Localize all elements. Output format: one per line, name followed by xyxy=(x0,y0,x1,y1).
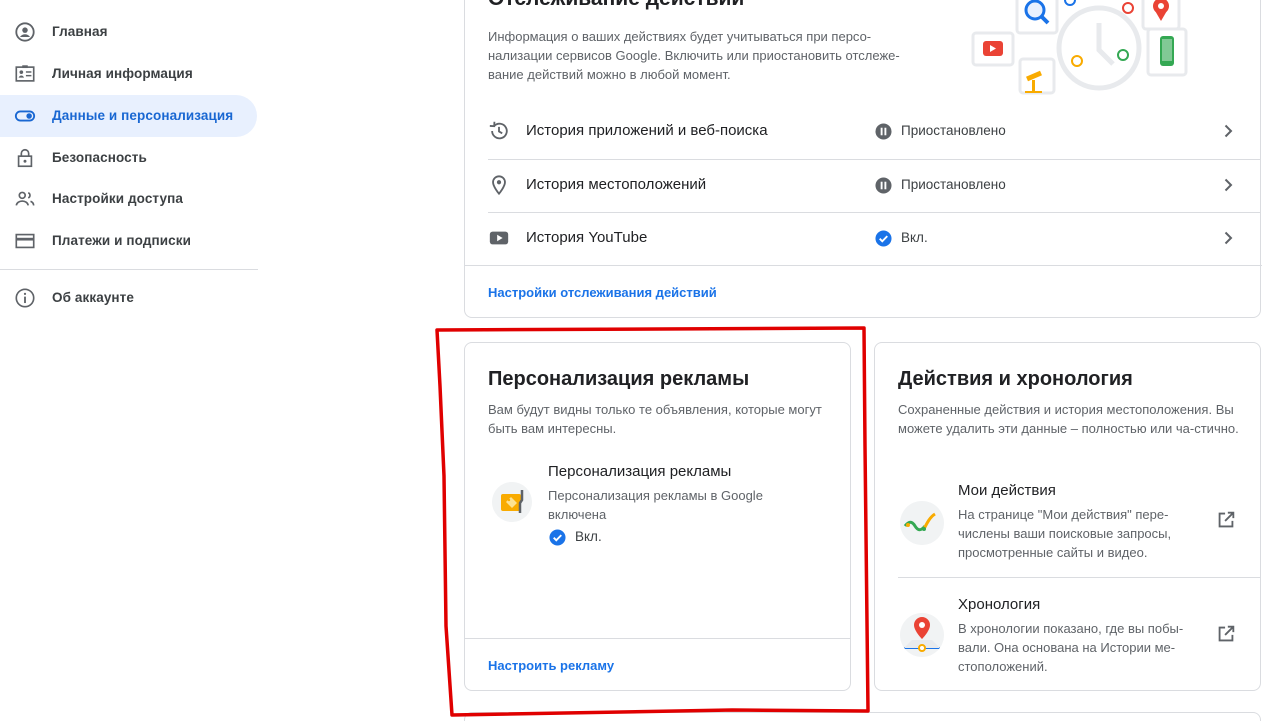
card-description: Вам будут видны только те объявления, ко… xyxy=(488,402,822,436)
activity-row-label: История приложений и веб-поиска xyxy=(526,122,768,139)
activity-row-status: Вкл. xyxy=(901,230,928,245)
sidebar-item-about[interactable]: Об аккаунте xyxy=(0,277,257,319)
card-description: Сохраненные действия и история местополо… xyxy=(898,402,1239,436)
lock-icon xyxy=(14,147,36,169)
row-divider xyxy=(465,265,1262,266)
chevron-right-icon xyxy=(1224,178,1233,192)
activity-row-label: История местоположений xyxy=(526,176,707,193)
sidebar-item-label: Данные и персонализация xyxy=(52,108,234,123)
ad-settings-icon xyxy=(492,482,532,522)
ad-personalization-subdesc: Персонализация рекламы в Google включена xyxy=(548,488,763,522)
history-icon xyxy=(488,120,510,142)
youtube-icon xyxy=(488,227,510,249)
card-description: Информация о ваших действиях будет учиты… xyxy=(488,29,900,82)
sidebar-item-sharing[interactable]: Настройки доступа xyxy=(0,178,257,220)
sidebar-item-label: Настройки доступа xyxy=(52,191,183,206)
my-activity-title: Мои действия xyxy=(958,482,1056,499)
next-card xyxy=(464,712,1261,721)
activity-row-web-app[interactable]: История приложений и веб-поиска Приостан… xyxy=(488,105,1260,158)
pause-icon xyxy=(875,177,892,194)
info-icon xyxy=(14,287,36,309)
card-title: Персонализация рекламы xyxy=(488,368,750,390)
sidebar-item-label: Главная xyxy=(52,24,108,39)
my-activity-desc: На странице "Мои действия" пере-числены … xyxy=(958,507,1172,560)
sidebar-item-data-personalization[interactable]: Данные и персонализация xyxy=(0,95,257,137)
ad-personalization-card: Персонализация рекламы Вам будут видны т… xyxy=(464,342,851,691)
ad-personalization-status: Вкл. xyxy=(575,529,602,544)
location-pin-icon xyxy=(488,174,510,196)
sidebar-item-label: Об аккаунте xyxy=(52,290,135,305)
card-title: Действия и хронология xyxy=(898,368,1133,390)
activity-row-label: История YouTube xyxy=(526,229,648,246)
sidebar-item-label: Платежи и подписки xyxy=(52,233,192,248)
chevron-right-icon xyxy=(1224,124,1233,138)
activity-row-location[interactable]: История местоположений Приостановлено xyxy=(488,159,1260,212)
card-divider xyxy=(898,577,1260,578)
id-card-icon xyxy=(14,63,36,85)
sidebar-item-personal-info[interactable]: Личная информация xyxy=(0,53,257,95)
people-icon xyxy=(14,188,36,210)
sidebar-item-home[interactable]: Главная xyxy=(0,11,257,53)
sidebar-nav: Главная Личная информация Данные и персо… xyxy=(0,0,258,721)
credit-card-icon xyxy=(14,230,36,252)
account-circle-icon xyxy=(14,21,36,43)
pause-icon xyxy=(875,123,892,140)
card-divider xyxy=(465,638,850,639)
activity-controls-card: Отслеживание действий Информация о ваших… xyxy=(464,0,1262,318)
activity-timeline-card: Действия и хронология Сохраненные действ… xyxy=(874,342,1261,691)
sidebar-item-label: Безопасность xyxy=(52,150,147,165)
open-in-new-icon[interactable] xyxy=(1215,623,1237,645)
activity-illustration xyxy=(971,0,1188,95)
check-circle-icon xyxy=(875,230,892,247)
timeline-desc: В хронологии показано, где вы побы-вали.… xyxy=(958,621,1184,674)
open-in-new-icon[interactable] xyxy=(1215,509,1237,531)
sidebar-divider xyxy=(0,269,258,270)
ad-settings-link[interactable]: Настроить рекламу xyxy=(488,658,614,673)
activity-row-status: Приостановлено xyxy=(901,177,1006,192)
activity-row-youtube[interactable]: История YouTube Вкл. xyxy=(488,212,1260,265)
chevron-right-icon xyxy=(1224,231,1233,245)
ad-personalization-subtitle: Персонализация рекламы xyxy=(548,463,732,480)
check-circle-icon xyxy=(549,529,566,546)
activity-row-status: Приостановлено xyxy=(901,123,1006,138)
sidebar-item-payments[interactable]: Платежи и подписки xyxy=(0,220,257,262)
activity-controls-settings-link[interactable]: Настройки отслеживания действий xyxy=(488,285,717,300)
toggle-icon xyxy=(14,105,36,127)
my-activity-icon xyxy=(900,501,944,545)
timeline-title: Хронология xyxy=(958,596,1041,613)
timeline-icon xyxy=(900,613,944,657)
sidebar-item-label: Личная информация xyxy=(52,66,193,81)
sidebar-item-security[interactable]: Безопасность xyxy=(0,137,257,179)
card-title: Отслеживание действий xyxy=(488,0,744,11)
